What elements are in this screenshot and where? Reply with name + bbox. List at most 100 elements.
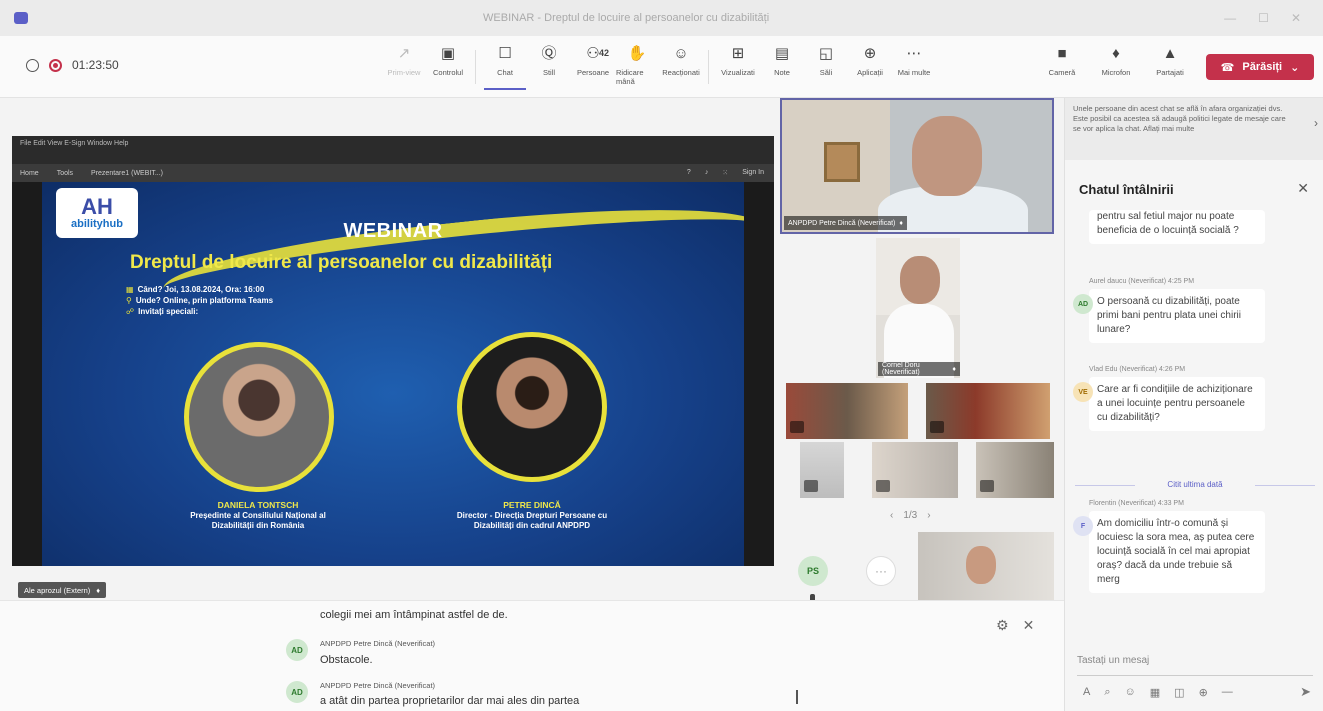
shared-tab-tools: Tools bbox=[56, 169, 74, 177]
participant-face bbox=[912, 116, 982, 196]
device-label: Partajati bbox=[1156, 68, 1184, 77]
video-tile-b[interactable] bbox=[926, 383, 1050, 439]
message-meta: Aurel daucu (Neverificat) 4:25 PM bbox=[1089, 278, 1195, 285]
toolbar-vizualizati-button[interactable]: ⊞ Vizualizati bbox=[717, 44, 759, 90]
toolbar-label: Chat bbox=[497, 68, 513, 77]
shared-menubar: File Edit View E-Sign Window Help bbox=[12, 136, 774, 164]
maximize-button[interactable]: ☐ bbox=[1258, 11, 1269, 25]
pager-text: 1/3 bbox=[903, 510, 918, 521]
device-camera-button[interactable]: ■ Cameră bbox=[1036, 44, 1088, 90]
toolbar-persoane-button[interactable]: ⚇ Persoane 42 bbox=[572, 44, 614, 90]
video-tile-c[interactable] bbox=[800, 442, 844, 498]
meeting-stage: File Edit View E-Sign Window Help Home T… bbox=[0, 98, 778, 598]
minimize-button[interactable]: — bbox=[1224, 11, 1236, 25]
webinar-slide: AH abilityhub WEBINAR Dreptul de locuire… bbox=[42, 182, 744, 566]
video-tile-d[interactable] bbox=[872, 442, 958, 498]
chat-compose-input[interactable]: Tastați un mesaj bbox=[1077, 646, 1313, 676]
toolbar-label: Controlul bbox=[432, 68, 463, 77]
close-icon[interactable]: ✕ bbox=[1023, 617, 1035, 634]
info-row-where: ⚲ Unde? Online, prin platforma Teams bbox=[126, 295, 273, 306]
presenter-name: Ale aprozul (Extern) bbox=[24, 585, 91, 595]
attach-icon[interactable]: ⌕ bbox=[1104, 686, 1110, 699]
device-microfon-button[interactable]: ♦ Microfon bbox=[1090, 44, 1142, 90]
toolbar-prim-view-button[interactable]: ↗ Prim-view bbox=[383, 44, 425, 90]
recording-icon bbox=[49, 58, 62, 72]
gif-icon[interactable]: ▦ bbox=[1150, 686, 1160, 699]
toolbar-separator bbox=[475, 50, 476, 84]
avatar[interactable]: PS bbox=[798, 556, 828, 586]
toolbar-chat-button[interactable]: ☐ Chat bbox=[484, 44, 526, 90]
info-row-when: ▦ Când? Joi, 13.08.2024, Ora: 16:00 bbox=[126, 284, 273, 295]
prim-view-icon: ↗ bbox=[397, 45, 411, 62]
more-icon[interactable]: — bbox=[1222, 686, 1233, 699]
toolbar-ridicare-mana-button[interactable]: ✋ Ridicare mână bbox=[616, 44, 658, 90]
speaker-portrait-petre bbox=[457, 332, 607, 482]
message-bubble: Care ar fi condițiile de achiziționare a… bbox=[1089, 377, 1265, 431]
sticker-icon[interactable]: ◫ bbox=[1174, 686, 1184, 699]
video-tile-e[interactable] bbox=[976, 442, 1054, 498]
emoji-icon[interactable]: ☺ bbox=[1125, 686, 1136, 699]
toolbar-mai-multe-button[interactable]: ⋯ Mai multe bbox=[893, 44, 935, 90]
toolbar-label: Reacționati bbox=[662, 68, 700, 77]
device-partajati-button[interactable]: ▲ Partajati bbox=[1144, 44, 1196, 90]
meeting-timer: 01:23:50 bbox=[72, 58, 119, 72]
wall-picture bbox=[824, 142, 860, 182]
video-tile-main[interactable]: ANPDPD Petre Dincă (Neverificat) ♦ bbox=[780, 98, 1054, 234]
sign-in-link: Sign In bbox=[742, 169, 764, 176]
video-tile-second[interactable]: Cornel Doru (Neverificat) ♦ bbox=[876, 238, 960, 378]
shield-icon bbox=[26, 58, 39, 72]
loop-icon[interactable]: ⊕ bbox=[1199, 686, 1208, 699]
send-icon[interactable]: ➤ bbox=[1300, 684, 1311, 700]
toolbar-controlul-button[interactable]: ▣ Controlul bbox=[427, 44, 469, 90]
last-read-divider: Citit ultima dată bbox=[1075, 480, 1315, 489]
video-tile-self[interactable] bbox=[918, 532, 1054, 606]
video-tile-a[interactable] bbox=[786, 383, 908, 439]
grid-icon: ⁙ bbox=[722, 170, 729, 177]
note-icon: ▤ bbox=[774, 45, 790, 62]
mic-icon: ♦ bbox=[899, 219, 903, 227]
toolbar-sali-button[interactable]: ◱ Săli bbox=[805, 44, 847, 90]
controlul-icon: ▣ bbox=[440, 45, 456, 62]
window-title: WEBINAR - Dreptul de locuire al persoane… bbox=[483, 12, 770, 24]
chevron-down-icon[interactable]: ⌄ bbox=[1290, 61, 1299, 74]
toolbar-label: Persoane bbox=[576, 68, 610, 77]
toolbar-reactionati-button[interactable]: ☺ Reacționati bbox=[660, 44, 702, 90]
leave-button[interactable]: ☎ Părăsiți ⌄ bbox=[1206, 54, 1314, 80]
shared-tabs: Home Tools Prezentare1 (WEBIT...) ? ♪ ⁙ … bbox=[12, 164, 774, 182]
mic-icon: ♦ bbox=[96, 585, 101, 595]
format-icon[interactable]: A bbox=[1083, 686, 1090, 699]
toolbar-label: Still bbox=[542, 68, 556, 77]
chat-message: Vlad Edu (Neverificat) 4:26 PM Care ar f… bbox=[1089, 366, 1265, 431]
chevron-right-icon[interactable]: › bbox=[927, 510, 930, 521]
gallery-pager: ‹ 1/3 › bbox=[890, 510, 931, 521]
shared-right-tools: ? ♪ ⁙ Sign In bbox=[687, 169, 764, 177]
chevron-right-icon[interactable]: › bbox=[1314, 117, 1318, 129]
chevron-left-icon[interactable]: ‹ bbox=[890, 510, 893, 521]
speaker-name-2: PETRE DINCĂ bbox=[503, 500, 561, 510]
notice-text: Unele persoane din acest chat se află în… bbox=[1073, 104, 1286, 133]
avatar: AD bbox=[286, 681, 308, 703]
info-when: Când? Joi, 13.08.2024, Ora: 16:00 bbox=[137, 285, 265, 294]
toolbar-label: Aplicații bbox=[857, 68, 883, 77]
info-guests: Invitați speciali: bbox=[138, 307, 199, 316]
caption-speaker-2: ANPDPD Petre Dincă (Neverificat) bbox=[320, 681, 436, 690]
close-icon[interactable]: ✕ bbox=[1297, 180, 1309, 197]
people-icon: ☍ bbox=[126, 307, 135, 316]
mic-icon bbox=[980, 480, 994, 492]
caption-controls: ⚙ ✕ bbox=[996, 617, 1034, 634]
close-window-button[interactable]: ✕ bbox=[1291, 11, 1301, 25]
phone-hangup-icon: ☎ bbox=[1220, 61, 1235, 74]
more-participants-icon[interactable]: ··· bbox=[866, 556, 896, 586]
toolbar-still-button[interactable]: Ⓠ Still bbox=[528, 44, 570, 90]
toolbar-aplicatii-button[interactable]: ⊕ Aplicații bbox=[849, 44, 891, 90]
mic-icon: ♦ bbox=[952, 365, 956, 373]
presenter-label: Ale aprozul (Extern) ♦ bbox=[18, 582, 107, 598]
toolbar-note-button[interactable]: ▤ Note bbox=[761, 44, 803, 90]
settings-icon[interactable]: ⚙ bbox=[996, 617, 1009, 634]
chat-title: Chatul întâlnirii bbox=[1079, 182, 1174, 197]
avatar: AD bbox=[1073, 294, 1093, 314]
title-bar: WEBINAR - Dreptul de locuire al persoane… bbox=[0, 0, 1323, 36]
message-bubble: pentru sal fetiul major nu poate benefic… bbox=[1089, 210, 1265, 244]
teams-app-icon bbox=[14, 12, 28, 24]
tile-name-second: Cornel Doru (Neverificat) bbox=[882, 362, 920, 376]
